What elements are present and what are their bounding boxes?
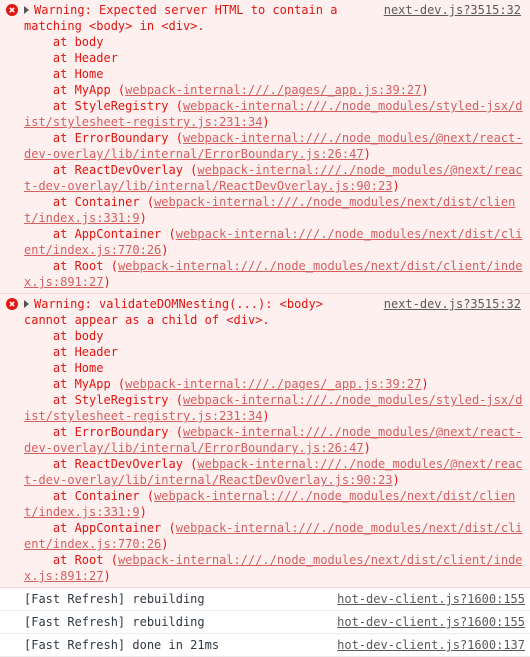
- frame-function: at AppContainer (: [24, 521, 176, 535]
- stack-frame: at AppContainer (webpack-internal:///./n…: [24, 520, 526, 552]
- stack-frame: at Header: [24, 344, 526, 360]
- frame-function: at StyleRegistry (: [24, 99, 183, 113]
- frame-function: at Header: [24, 51, 118, 65]
- frame-close-paren: ): [161, 243, 169, 257]
- frame-close-paren: ): [363, 441, 371, 455]
- stack-frame: at MyApp (webpack-internal:///./pages/_a…: [24, 82, 526, 98]
- source-link[interactable]: hot-dev-client.js?1600:155: [337, 591, 525, 607]
- stack-frame: at Header: [24, 50, 526, 66]
- error-heading-continued: cannot appear as a child of <div>.: [24, 313, 270, 327]
- source-link[interactable]: next-dev.js?3515:32: [384, 2, 521, 18]
- frame-close-paren: ): [421, 83, 429, 97]
- log-text: [Fast Refresh] done in 21ms: [24, 638, 220, 652]
- stack-frame: at Home: [24, 66, 526, 82]
- stack-frame: at AppContainer (webpack-internal:///./n…: [24, 226, 526, 258]
- frame-close-paren: ): [103, 275, 111, 289]
- frame-function: at body: [24, 35, 104, 49]
- stack-frame: at ErrorBoundary (webpack-internal:///./…: [24, 130, 526, 162]
- stack-frame: at body: [24, 328, 526, 344]
- frame-source-link[interactable]: webpack-internal:///./pages/_app.js:39:2…: [125, 83, 421, 97]
- stack-trace: at body at Header at Home at MyApp (webp…: [24, 328, 526, 584]
- source-link[interactable]: hot-dev-client.js?1600:137: [337, 637, 525, 653]
- frame-function: at Root (: [24, 259, 118, 273]
- frame-close-paren: ): [103, 569, 111, 583]
- frame-close-paren: ): [392, 473, 400, 487]
- frame-function: at AppContainer (: [24, 227, 176, 241]
- error-circle-icon: [6, 4, 18, 16]
- frame-source-link[interactable]: webpack-internal:///./pages/_app.js:39:2…: [125, 377, 421, 391]
- source-link[interactable]: hot-dev-client.js?1600:155: [337, 614, 525, 630]
- error-heading-continued: matching <body> in <div>.: [24, 19, 205, 33]
- frame-function: at MyApp (: [24, 377, 126, 391]
- frame-close-paren: ): [363, 147, 371, 161]
- frame-function: at Container (: [24, 489, 155, 503]
- frame-function: at Home: [24, 361, 104, 375]
- frame-close-paren: ): [139, 505, 147, 519]
- frame-function: at Header: [24, 345, 118, 359]
- expand-triangle-icon[interactable]: [24, 300, 29, 308]
- error-circle-icon: [6, 298, 18, 310]
- frame-function: at body: [24, 329, 104, 343]
- console-error-message[interactable]: next-dev.js?3515:32 Warning: Expected se…: [0, 0, 530, 294]
- stack-frame: at StyleRegistry (webpack-internal:///./…: [24, 98, 526, 130]
- stack-frame: at ReactDevOverlay (webpack-internal:///…: [24, 456, 526, 488]
- log-text: [Fast Refresh] rebuilding: [24, 615, 205, 629]
- stack-trace: at body at Header at Home at MyApp (webp…: [24, 34, 526, 290]
- error-heading: Warning: validateDOMNesting(...): <body>: [34, 297, 323, 311]
- stack-frame: at StyleRegistry (webpack-internal:///./…: [24, 392, 526, 424]
- console-error-message[interactable]: next-dev.js?3515:32 Warning: validateDOM…: [0, 294, 530, 588]
- console-log-message: [Fast Refresh] rebuilding hot-dev-client…: [0, 588, 530, 611]
- frame-function: at Home: [24, 67, 104, 81]
- stack-frame: at Container (webpack-internal:///./node…: [24, 488, 526, 520]
- frame-close-paren: ): [392, 179, 400, 193]
- frame-close-paren: ): [139, 211, 147, 225]
- source-link[interactable]: next-dev.js?3515:32: [384, 296, 521, 312]
- frame-close-paren: ): [161, 537, 169, 551]
- stack-frame: at ReactDevOverlay (webpack-internal:///…: [24, 162, 526, 194]
- stack-frame: at ErrorBoundary (webpack-internal:///./…: [24, 424, 526, 456]
- console-log-message: [Fast Refresh] done in 21ms hot-dev-clie…: [0, 634, 530, 657]
- frame-function: at Root (: [24, 553, 118, 567]
- error-heading: Warning: Expected server HTML to contain…: [34, 3, 338, 17]
- console-log-message: [Fast Refresh] rebuilding hot-dev-client…: [0, 611, 530, 634]
- frame-function: at StyleRegistry (: [24, 393, 183, 407]
- log-text: [Fast Refresh] rebuilding: [24, 592, 205, 606]
- stack-frame: at Root (webpack-internal:///./node_modu…: [24, 552, 526, 584]
- stack-frame: at body: [24, 34, 526, 50]
- frame-close-paren: ): [421, 377, 429, 391]
- stack-frame: at MyApp (webpack-internal:///./pages/_a…: [24, 376, 526, 392]
- frame-function: at Container (: [24, 195, 155, 209]
- frame-close-paren: ): [262, 409, 270, 423]
- frame-function: at ReactDevOverlay (: [24, 163, 198, 177]
- frame-function: at ErrorBoundary (: [24, 425, 183, 439]
- stack-frame: at Container (webpack-internal:///./node…: [24, 194, 526, 226]
- frame-close-paren: ): [262, 115, 270, 129]
- frame-function: at ReactDevOverlay (: [24, 457, 198, 471]
- expand-triangle-icon[interactable]: [24, 6, 29, 14]
- devtools-console: next-dev.js?3515:32 Warning: Expected se…: [0, 0, 530, 657]
- stack-frame: at Home: [24, 360, 526, 376]
- frame-function: at ErrorBoundary (: [24, 131, 183, 145]
- frame-function: at MyApp (: [24, 83, 126, 97]
- stack-frame: at Root (webpack-internal:///./node_modu…: [24, 258, 526, 290]
